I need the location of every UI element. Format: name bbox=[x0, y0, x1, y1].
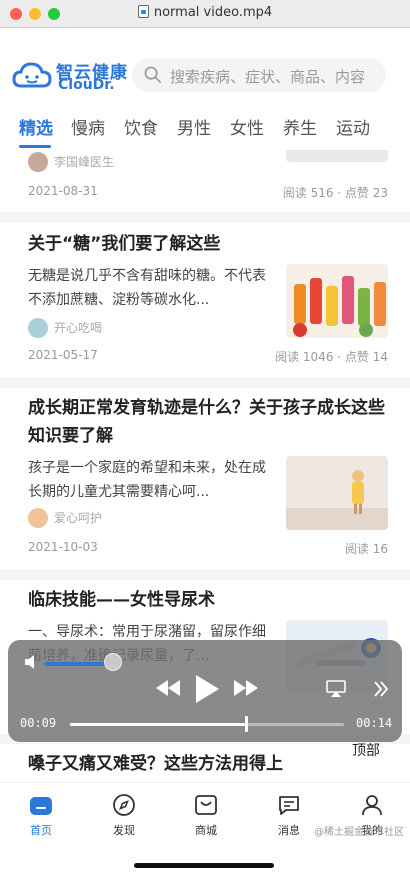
window-title: normal video.mp4 bbox=[0, 5, 410, 20]
bottom-nav: 首页 发现 商城 消息 我的 @稀土掘金技术社区 bbox=[0, 782, 410, 875]
end-time: 00:14 bbox=[356, 716, 393, 730]
author-avatar bbox=[28, 318, 48, 338]
article-date: 2021-05-17 bbox=[28, 348, 98, 362]
playback-progress-fill bbox=[70, 723, 245, 726]
volume-icon[interactable] bbox=[24, 654, 46, 670]
back-to-top-button[interactable]: 顶部 bbox=[352, 740, 380, 760]
divider bbox=[0, 378, 410, 388]
play-icon[interactable] bbox=[194, 674, 220, 704]
volume-fill bbox=[44, 662, 108, 666]
nav-item-messages[interactable]: 消息 bbox=[259, 793, 319, 838]
volume-slider-handle[interactable] bbox=[104, 653, 122, 671]
chat-bubble-icon bbox=[279, 796, 299, 815]
rewind-icon[interactable] bbox=[154, 678, 182, 698]
article-author: 开心吃喝 bbox=[28, 318, 102, 338]
child-on-beach-image bbox=[286, 456, 388, 530]
juice-bottles-image bbox=[286, 264, 388, 338]
search-input[interactable]: 搜索疾病、症状、商品、内容 bbox=[132, 58, 386, 92]
window-titlebar: normal video.mp4 bbox=[0, 0, 410, 28]
category-tabs: 精选 慢病 饮食 男性 女性 养生 运动 bbox=[0, 112, 410, 152]
article-title: 成长期正常发育轨迹是什么？关于孩子成长这些知识要了解 bbox=[28, 398, 385, 446]
article-stats: 阅读 1046 · 点赞 14 bbox=[275, 350, 388, 364]
cloud-logo-icon bbox=[12, 62, 52, 88]
tab-selected[interactable]: 精选 bbox=[19, 114, 53, 139]
chevron-right-double-icon[interactable] bbox=[372, 680, 390, 698]
app-logo[interactable]: 智云健康 ClouDr. bbox=[12, 56, 127, 96]
article-stats: 阅读 516 · 点赞 23 bbox=[282, 186, 388, 200]
tab-men[interactable]: 男性 bbox=[177, 114, 211, 139]
divider bbox=[0, 570, 410, 580]
article-title: 嗓子又痛又难受？这些方法用得上 bbox=[28, 754, 283, 774]
article-summary: 孩子是一个家庭的希望和未来，处在成长期的儿童尤其需要精心呵... bbox=[28, 460, 266, 500]
user-icon bbox=[362, 795, 382, 816]
article-thumbnail bbox=[286, 264, 388, 338]
playback-scrubber-handle[interactable] bbox=[245, 716, 248, 732]
tab-diet[interactable]: 饮食 bbox=[124, 114, 158, 139]
article-author: 李国峰医生 bbox=[28, 152, 114, 172]
tab-exercise[interactable]: 运动 bbox=[336, 114, 370, 139]
search-placeholder: 搜索疾病、症状、商品、内容 bbox=[170, 68, 366, 86]
compass-icon bbox=[113, 794, 135, 816]
article-thumbnail bbox=[286, 150, 388, 162]
video-file-icon bbox=[137, 5, 149, 18]
article-date: 2021-08-31 bbox=[28, 184, 98, 198]
nav-item-mall[interactable]: 商城 bbox=[176, 793, 236, 838]
airplay-icon[interactable] bbox=[326, 680, 346, 698]
home-indicator[interactable] bbox=[134, 863, 274, 868]
article-stats: 阅读 16 bbox=[344, 542, 388, 556]
watermark: @稀土掘金技术社区 bbox=[314, 827, 404, 838]
search-icon bbox=[144, 66, 161, 83]
divider bbox=[0, 212, 410, 222]
author-avatar bbox=[28, 508, 48, 528]
shopping-bag-icon bbox=[195, 795, 217, 815]
article-thumbnail bbox=[286, 456, 388, 530]
author-avatar bbox=[28, 152, 48, 172]
nav-item-discover[interactable]: 发现 bbox=[94, 793, 154, 838]
article-date: 2021-10-03 bbox=[28, 540, 98, 554]
article-title: 临床技能——女性导尿术 bbox=[28, 590, 215, 610]
tab-women[interactable]: 女性 bbox=[230, 114, 264, 139]
current-time: 00:09 bbox=[20, 716, 57, 730]
active-tab-indicator bbox=[19, 145, 51, 148]
article-summary: 无糖是说几乎不含有甜味的糖。不代表不添加蔗糖、淀粉等碳水化... bbox=[28, 268, 266, 308]
fast-forward-icon[interactable] bbox=[232, 678, 260, 698]
logo-english-text: ClouDr. bbox=[58, 77, 115, 93]
home-icon bbox=[30, 797, 52, 815]
article-title: 关于“糖”我们要了解这些 bbox=[28, 234, 221, 254]
nav-item-home[interactable]: 首页 bbox=[11, 793, 71, 838]
tab-wellness[interactable]: 养生 bbox=[283, 114, 317, 139]
video-player-controls[interactable]: 00:09 00:14 bbox=[8, 640, 402, 742]
article-author: 爱心呵护 bbox=[28, 508, 102, 528]
tab-chronic[interactable]: 慢病 bbox=[71, 114, 105, 139]
